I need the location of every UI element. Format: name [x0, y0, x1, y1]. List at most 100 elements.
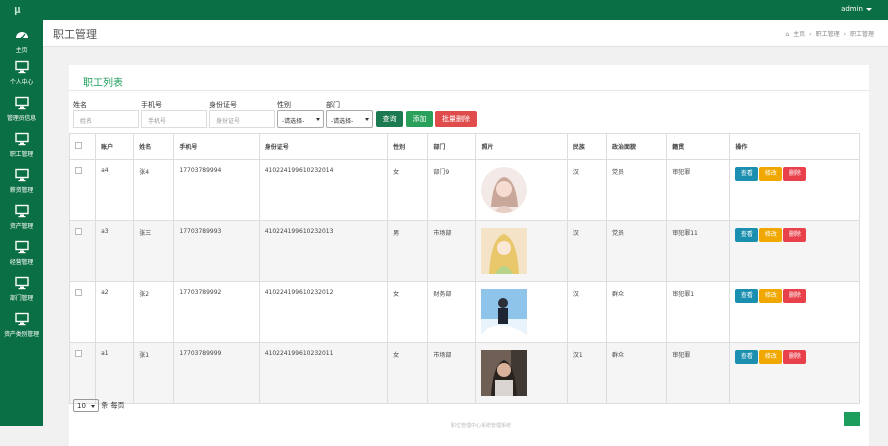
monitor-icon [14, 240, 29, 254]
gender-cell: 男 [387, 220, 429, 282]
sidebar-item-staff[interactable]: 职工管理 [0, 128, 43, 160]
page-size-select[interactable]: 10 [73, 399, 99, 412]
batch-delete-button[interactable]: 批量删除 [435, 111, 477, 127]
political-status-cell: 党员 [605, 220, 668, 282]
view-button[interactable]: 查看 [735, 228, 759, 242]
id-number-input[interactable]: 身份证号 [209, 110, 275, 128]
column-header: 姓名 [133, 133, 175, 160]
back-to-top-button[interactable] [844, 412, 860, 426]
phone-input[interactable]: 手机号 [141, 110, 207, 128]
account-cell: a3 [95, 220, 135, 282]
id-number-label: 身份证号 [209, 101, 237, 109]
delete-button[interactable]: 删除 [783, 289, 807, 303]
breadcrumb-current: 职工管理 [849, 31, 874, 38]
sidebar-item-label: 部门管理 [9, 295, 34, 302]
monitor-icon [14, 168, 29, 182]
monitor-icon [14, 276, 29, 290]
department-cell: 市场部 [427, 342, 477, 404]
app-logo[interactable]: μ [14, 3, 21, 16]
edit-button[interactable]: 修改 [759, 167, 783, 181]
political-status-cell: 群众 [605, 342, 668, 404]
row-checkbox[interactable] [75, 167, 82, 174]
photo-cell [475, 342, 568, 404]
name-input[interactable]: 姓名 [73, 110, 139, 128]
name-label: 姓名 [73, 101, 87, 109]
chevron-down-icon [91, 405, 95, 408]
department-cell: 财务部 [427, 281, 477, 343]
id-number-cell: 410224199610232013 [258, 220, 389, 282]
user-menu[interactable]: admin [841, 5, 872, 13]
gender-select[interactable]: -请选择- [277, 110, 324, 128]
add-button[interactable]: 添加 [406, 111, 433, 127]
delete-button[interactable]: 删除 [783, 228, 807, 242]
sidebar-item-admin-info[interactable]: 管理员信息 [0, 92, 43, 124]
row-checkbox[interactable] [75, 289, 82, 296]
edit-button[interactable]: 修改 [759, 228, 783, 242]
top-bar: μ admin [0, 0, 888, 20]
table-row: a4 张4 17703789994 410224199610232014 女 部… [68, 159, 860, 221]
monitor-icon [14, 96, 29, 110]
view-button[interactable]: 查看 [735, 350, 759, 364]
staff-photo[interactable] [481, 228, 528, 274]
table-row: a2 张2 17703789992 410224199610232012 女 财… [68, 281, 860, 343]
row-select-cell [68, 159, 97, 221]
sidebar-item-salary[interactable]: 薪资管理 [0, 164, 43, 196]
actions-cell: 查看 修改 删除 [729, 281, 860, 343]
id-number-cell: 410224199610232014 [258, 159, 389, 221]
sidebar-item-profile[interactable]: 个人中心 [0, 56, 43, 88]
column-header: 性别 [387, 133, 429, 160]
chevron-right-icon: › [843, 31, 846, 38]
staff-photo[interactable] [481, 350, 528, 396]
page-header: 职工管理 ⌂ 主页 › 职工管理 › 职工管理 [43, 20, 888, 47]
main-content: 职工管理 ⌂ 主页 › 职工管理 › 职工管理 职工列表 姓名 姓名 手机号 手机号 身份… [43, 20, 888, 446]
breadcrumb-section[interactable]: 职工管理 [816, 31, 840, 38]
page-size-value: 10 [77, 402, 86, 410]
staff-photo[interactable] [481, 167, 528, 213]
home-icon: ⌂ [785, 31, 790, 38]
sidebar-item-label: 资产类别管理 [4, 331, 39, 338]
sidebar-item-label: 管理员信息 [6, 115, 36, 122]
actions-cell: 查看 修改 删除 [729, 220, 860, 282]
sidebar-item-asset-categories[interactable]: 资产类别管理 [0, 308, 43, 340]
sidebar-item-operations[interactable]: 经营管理 [0, 236, 43, 268]
row-checkbox[interactable] [75, 228, 82, 235]
department-cell: 市场部 [427, 220, 477, 282]
page-title: 职工管理 [53, 28, 97, 41]
native-place-cell: 审犯罪 [666, 159, 731, 221]
breadcrumb-home[interactable]: 主页 [793, 31, 805, 38]
column-header: 民族 [566, 133, 607, 160]
name-cell: 张三 [133, 220, 175, 282]
view-button[interactable]: 查看 [735, 167, 759, 181]
account-cell: a1 [95, 342, 135, 404]
chevron-down-icon [365, 118, 369, 121]
dashboard-icon [15, 32, 28, 40]
edit-button[interactable]: 修改 [759, 350, 783, 364]
sidebar-item-assets[interactable]: 资产管理 [0, 200, 43, 232]
department-select-value: -请选择- [331, 118, 354, 125]
account-cell: a4 [95, 159, 135, 221]
department-select[interactable]: -请选择- [326, 110, 373, 128]
native-place-cell: 审犯罪1 [666, 281, 731, 343]
sidebar-item-departments[interactable]: 部门管理 [0, 272, 43, 304]
staff-photo[interactable] [481, 289, 528, 335]
row-select-cell [68, 342, 97, 404]
delete-button[interactable]: 删除 [783, 167, 807, 181]
edit-button[interactable]: 修改 [759, 289, 783, 303]
sidebar-item-label: 薪资管理 [9, 187, 34, 194]
phone-cell: 17703789992 [173, 281, 260, 343]
name-cell: 张4 [133, 159, 175, 221]
sidebar-item-home[interactable]: 主页 [0, 24, 43, 56]
delete-button[interactable]: 删除 [783, 350, 807, 364]
phone-cell: 17703789993 [173, 220, 260, 282]
view-button[interactable]: 查看 [735, 289, 759, 303]
table-row: a3 张三 17703789993 410224199610232013 男 市… [68, 220, 860, 282]
column-header: 政治面貌 [605, 133, 668, 160]
user-name: admin [841, 5, 863, 13]
query-button[interactable]: 查询 [376, 111, 403, 127]
monitor-icon [14, 312, 29, 326]
select-all-checkbox[interactable] [75, 142, 82, 149]
column-header: 操作 [729, 133, 860, 160]
gender-label: 性别 [277, 101, 291, 109]
sidebar-item-label: 经营管理 [9, 259, 34, 266]
row-checkbox[interactable] [75, 350, 82, 357]
